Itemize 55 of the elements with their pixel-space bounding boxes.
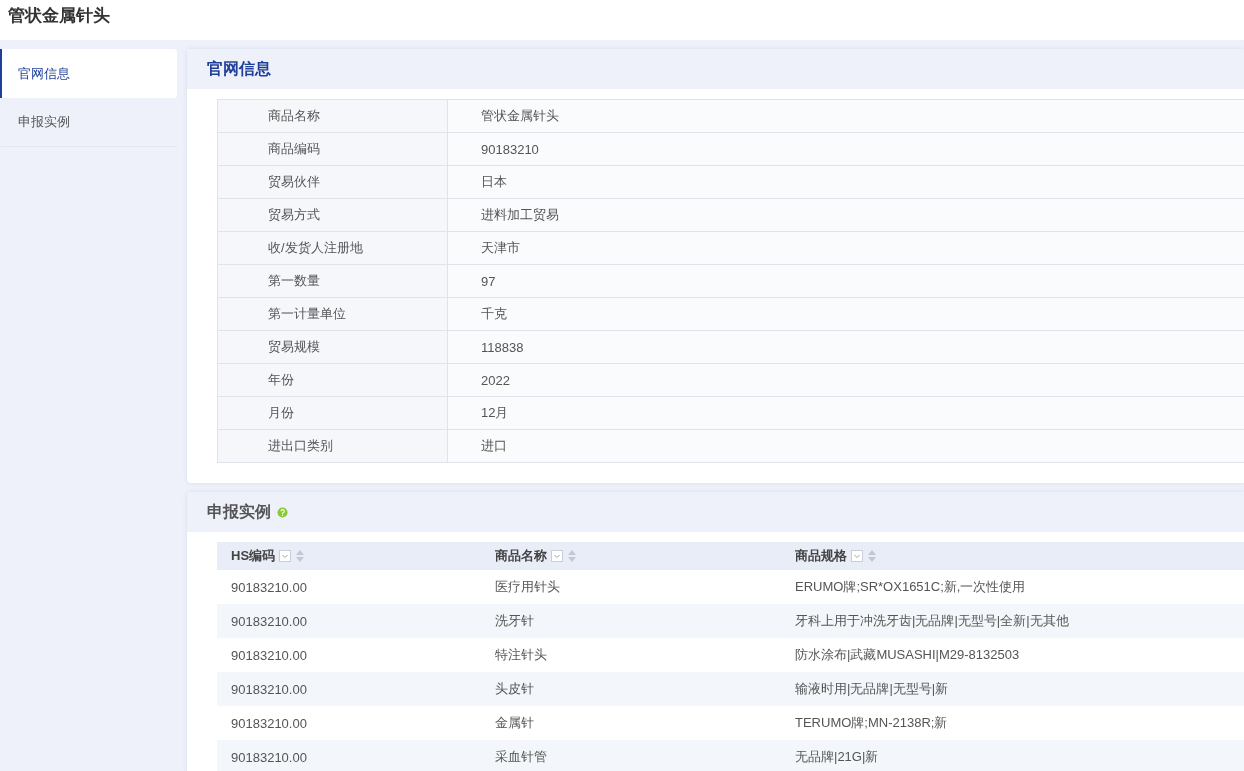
table-cell-text: 90183210.00	[230, 612, 308, 631]
table-cell-text: 医疗用针头	[494, 578, 561, 596]
table-cell-text: 90183210.00	[230, 680, 308, 699]
field-value: 管状金属针头	[448, 100, 1244, 132]
field-label: 年份	[218, 364, 448, 396]
filter-icon[interactable]	[851, 550, 863, 562]
field-value: 千克	[448, 298, 1244, 330]
panel-title: 官网信息	[207, 58, 271, 79]
field-value: 天津市	[448, 232, 1244, 264]
sort-icon[interactable]	[867, 549, 877, 563]
field-value: 12月	[448, 397, 1244, 429]
column-header: HS编码	[231, 547, 276, 565]
field-label: 商品名称	[218, 100, 448, 132]
field-value: 进料加工贸易	[448, 199, 1244, 231]
table-cell-text: 90183210.00	[230, 646, 308, 665]
column-header: 商品规格	[795, 547, 847, 565]
table-cell-text: 牙科上用于冲洗牙齿|无品牌|无型号|全新|无其他	[794, 612, 1070, 630]
help-icon[interactable]	[277, 506, 288, 518]
page-title: 管状金属针头	[8, 5, 110, 27]
table-cell-text: 采血针管	[494, 748, 548, 766]
field-label: 贸易方式	[218, 199, 448, 231]
sidebar-item[interactable]: 申报实例	[0, 98, 177, 147]
field-value: 2022	[448, 364, 1244, 396]
filter-icon[interactable]	[279, 550, 292, 562]
table-cell-text: 输液时用|无品牌|无型号|新	[794, 680, 950, 698]
field-value: 进口	[448, 430, 1244, 462]
field-label: 月份	[218, 397, 448, 429]
field-value: 90183210	[448, 133, 1244, 165]
sort-icon[interactable]	[295, 549, 306, 563]
field-label: 贸易规模	[218, 331, 448, 363]
field-label: 第一计量单位	[218, 298, 448, 330]
table-cell-text: 防水涂布|武藏MUSASHI|M29-8132503	[794, 646, 1021, 664]
table-cell-text: TERUMO牌;MN-2138R;新	[794, 714, 949, 732]
column-header: 商品名称	[495, 547, 547, 565]
table-cell-text: 90183210.00	[230, 748, 308, 767]
table-cell-text: 90183210.00	[230, 578, 308, 597]
table-cell-text: 特注针头	[494, 646, 548, 664]
field-label: 进出口类别	[218, 430, 448, 462]
field-value: 日本	[448, 166, 1244, 198]
field-label: 贸易伙伴	[218, 166, 448, 198]
table-cell-text: 金属针	[494, 714, 535, 732]
field-value: 118838	[448, 331, 1244, 363]
table-cell-text: ERUMO牌;SR*OX1651C;新,一次性使用	[794, 578, 1027, 596]
field-label: 第一数量	[218, 265, 448, 297]
field-label: 收/发货人注册地	[218, 232, 448, 264]
table-cell-text: 无品牌|21G|新	[794, 748, 880, 766]
table-cell-text: 洗牙针	[494, 612, 535, 630]
filter-icon[interactable]	[551, 550, 563, 562]
field-value: 97	[448, 265, 1244, 297]
sidebar-item[interactable]: 官网信息	[0, 49, 177, 98]
table-cell-text: 头皮针	[494, 680, 535, 698]
sort-icon[interactable]	[567, 549, 577, 563]
field-label: 商品编码	[218, 133, 448, 165]
table-cell-text: 90183210.00	[230, 714, 308, 733]
panel-title: 申报实例	[207, 501, 271, 522]
